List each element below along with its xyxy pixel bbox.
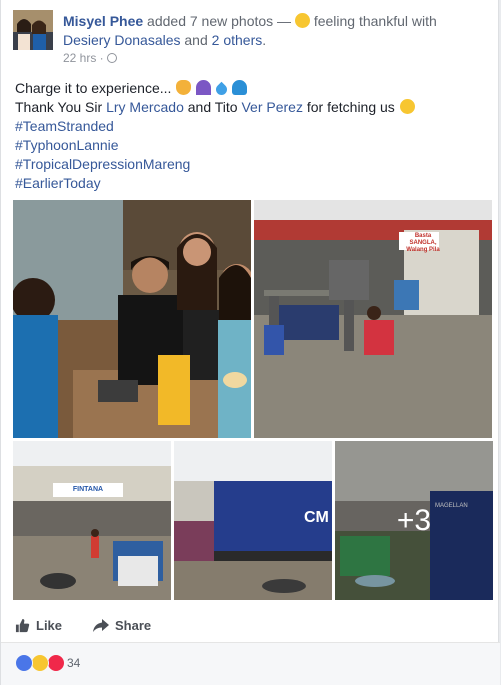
post-line-1: Charge it to experience... bbox=[15, 79, 485, 98]
kiss-emoji-icon bbox=[399, 99, 415, 114]
globe-icon bbox=[106, 53, 117, 63]
action-bar: Like Share bbox=[1, 610, 500, 643]
hashtag-link[interactable]: #TeamStranded bbox=[15, 118, 114, 134]
photo-more[interactable]: MAGELLAN +3 bbox=[335, 441, 493, 600]
reactions-bar[interactable]: 34 bbox=[1, 643, 500, 685]
muscle-emoji-icon bbox=[176, 80, 192, 95]
post-line-1-text: Charge it to experience... bbox=[15, 80, 172, 96]
share-button[interactable]: Share bbox=[93, 618, 151, 636]
container-label: CM bbox=[304, 509, 329, 526]
feeling-text: feeling thankful with bbox=[313, 13, 437, 29]
photo-flooded-street[interactable]: Basta SANGLA, Walang Pila bbox=[254, 200, 492, 438]
post-line-2-c: for fetching us bbox=[306, 99, 395, 115]
umbrella-emoji-icon bbox=[196, 80, 212, 95]
post-card: Misyel Phee added 7 new photos — feeling… bbox=[0, 0, 500, 685]
share-arrow-icon bbox=[93, 619, 109, 636]
wow-reaction-icon bbox=[31, 654, 49, 672]
photo-selfie[interactable] bbox=[13, 200, 251, 438]
reaction-count[interactable]: 34 bbox=[67, 656, 80, 670]
hashtag-link[interactable]: #TropicalDepressionMareng bbox=[15, 156, 190, 172]
author-name[interactable]: Misyel Phee bbox=[63, 13, 143, 29]
avatar[interactable] bbox=[13, 10, 53, 50]
post-header: Misyel Phee added 7 new photos — feeling… bbox=[63, 12, 483, 50]
like-label: Like bbox=[36, 618, 63, 633]
post-line-2-a: Thank You Sir bbox=[15, 99, 103, 115]
love-reaction-icon bbox=[47, 654, 65, 672]
smile-emoji-icon bbox=[294, 13, 310, 28]
timestamp[interactable]: 22 hrs · bbox=[63, 51, 104, 65]
period-text: . bbox=[262, 32, 267, 48]
tagged-others-link[interactable]: 2 others bbox=[212, 32, 263, 48]
post-meta: 22 hrs · bbox=[63, 51, 117, 65]
post-line-2-b: and Tito bbox=[187, 99, 238, 115]
wave-emoji-icon bbox=[231, 80, 247, 95]
post-line-2: Thank You Sir Lry Mercado and Tito Ver P… bbox=[15, 98, 485, 117]
tagged-friend-link[interactable]: Desiery Donasales bbox=[63, 32, 181, 48]
more-photos-overlay[interactable]: +3 bbox=[335, 441, 493, 600]
thumbs-up-icon bbox=[15, 618, 30, 636]
photo-grid: Basta SANGLA, Walang Pila FINTANA CM MAG… bbox=[13, 200, 493, 600]
droplet-emoji-icon bbox=[213, 81, 230, 98]
post-body: Charge it to experience... Thank You Sir… bbox=[15, 79, 485, 193]
photo-container-truck[interactable]: CM bbox=[174, 441, 332, 600]
store-sign: FINTANA bbox=[72, 486, 104, 493]
like-button[interactable]: Like bbox=[15, 618, 62, 636]
photo-flooded-road[interactable]: FINTANA bbox=[13, 441, 171, 600]
like-reaction-icon bbox=[15, 654, 33, 672]
hashtag-link[interactable]: #TyphoonLannie bbox=[15, 137, 119, 153]
shop-sign: Basta SANGLA, Walang Pila bbox=[406, 233, 440, 253]
hashtag-link[interactable]: #EarlierToday bbox=[15, 175, 101, 191]
friend-link-ver[interactable]: Ver Perez bbox=[241, 99, 302, 115]
friend-link-lry[interactable]: Lry Mercado bbox=[106, 99, 184, 115]
post-action-text: added 7 new photos — bbox=[147, 13, 292, 29]
share-label: Share bbox=[115, 618, 152, 633]
and-text: and bbox=[184, 32, 208, 48]
